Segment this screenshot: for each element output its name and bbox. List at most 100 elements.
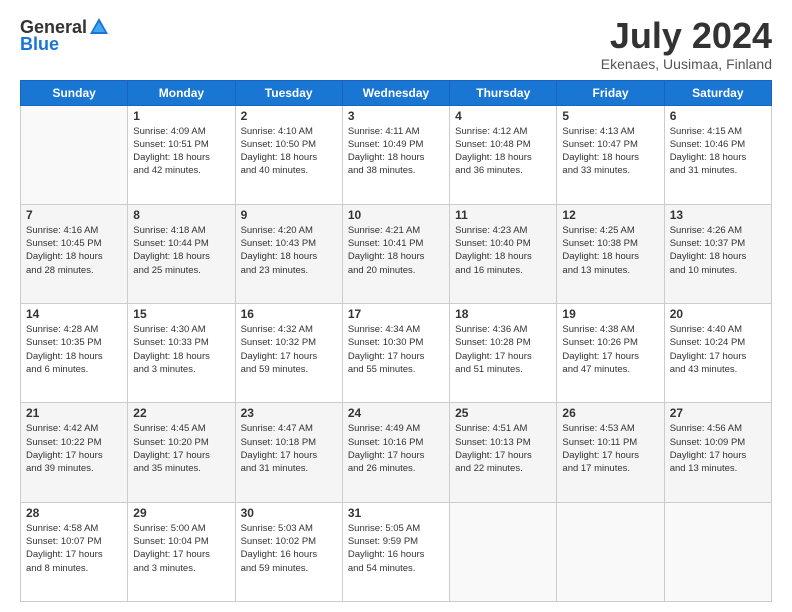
calendar-cell: 5 Sunrise: 4:13 AM Sunset: 10:47 PM Dayli… <box>557 105 664 204</box>
calendar-cell: 8 Sunrise: 4:18 AM Sunset: 10:44 PM Dayli… <box>128 204 235 303</box>
day-number: 12 <box>562 208 658 222</box>
day-info: Sunrise: 4:16 AM Sunset: 10:45 PM Daylig… <box>26 224 122 277</box>
day-number: 20 <box>670 307 766 321</box>
day-info: Sunrise: 5:03 AM Sunset: 10:02 PM Daylig… <box>241 522 337 575</box>
day-number: 25 <box>455 406 551 420</box>
calendar-cell: 13 Sunrise: 4:26 AM Sunset: 10:37 PM Dayl… <box>664 204 771 303</box>
calendar-cell: 7 Sunrise: 4:16 AM Sunset: 10:45 PM Dayli… <box>21 204 128 303</box>
day-number: 26 <box>562 406 658 420</box>
day-info: Sunrise: 4:11 AM Sunset: 10:49 PM Daylig… <box>348 125 444 178</box>
day-number: 2 <box>241 109 337 123</box>
day-info: Sunrise: 4:09 AM Sunset: 10:51 PM Daylig… <box>133 125 229 178</box>
day-number: 14 <box>26 307 122 321</box>
day-info: Sunrise: 4:26 AM Sunset: 10:37 PM Daylig… <box>670 224 766 277</box>
day-number: 30 <box>241 506 337 520</box>
calendar-cell: 15 Sunrise: 4:30 AM Sunset: 10:33 PM Dayl… <box>128 304 235 403</box>
day-info: Sunrise: 4:45 AM Sunset: 10:20 PM Daylig… <box>133 422 229 475</box>
day-number: 21 <box>26 406 122 420</box>
calendar-cell: 17 Sunrise: 4:34 AM Sunset: 10:30 PM Dayl… <box>342 304 449 403</box>
calendar-cell: 22 Sunrise: 4:45 AM Sunset: 10:20 PM Dayl… <box>128 403 235 502</box>
day-info: Sunrise: 4:18 AM Sunset: 10:44 PM Daylig… <box>133 224 229 277</box>
day-info: Sunrise: 4:25 AM Sunset: 10:38 PM Daylig… <box>562 224 658 277</box>
day-info: Sunrise: 4:20 AM Sunset: 10:43 PM Daylig… <box>241 224 337 277</box>
day-number: 4 <box>455 109 551 123</box>
logo-icon <box>88 16 110 38</box>
calendar-cell: 27Sunrise: 4:56 AM Sunset: 10:09 PM Dayl… <box>664 403 771 502</box>
logo: General Blue <box>20 16 111 55</box>
day-info: Sunrise: 4:58 AM Sunset: 10:07 PM Daylig… <box>26 522 122 575</box>
title-block: July 2024 Ekenaes, Uusimaa, Finland <box>601 16 772 72</box>
calendar-cell: 29 Sunrise: 5:00 AM Sunset: 10:04 PM Dayl… <box>128 502 235 601</box>
day-number: 5 <box>562 109 658 123</box>
calendar-header-tuesday: Tuesday <box>235 80 342 105</box>
day-info: Sunrise: 4:47 AM Sunset: 10:18 PM Daylig… <box>241 422 337 475</box>
day-number: 29 <box>133 506 229 520</box>
calendar-header-friday: Friday <box>557 80 664 105</box>
day-number: 11 <box>455 208 551 222</box>
day-info: Sunrise: 4:13 AM Sunset: 10:47 PM Daylig… <box>562 125 658 178</box>
day-info: Sunrise: 4:34 AM Sunset: 10:30 PM Daylig… <box>348 323 444 376</box>
calendar-cell <box>21 105 128 204</box>
day-number: 6 <box>670 109 766 123</box>
calendar-cell <box>664 502 771 601</box>
calendar-cell: 4Sunrise: 4:12 AM Sunset: 10:48 PM Dayli… <box>450 105 557 204</box>
day-number: 18 <box>455 307 551 321</box>
day-number: 15 <box>133 307 229 321</box>
day-number: 28 <box>26 506 122 520</box>
calendar-header-sunday: Sunday <box>21 80 128 105</box>
day-info: Sunrise: 4:32 AM Sunset: 10:32 PM Daylig… <box>241 323 337 376</box>
day-number: 10 <box>348 208 444 222</box>
day-info: Sunrise: 4:23 AM Sunset: 10:40 PM Daylig… <box>455 224 551 277</box>
calendar-cell: 14 Sunrise: 4:28 AM Sunset: 10:35 PM Dayl… <box>21 304 128 403</box>
calendar-table: SundayMondayTuesdayWednesdayThursdayFrid… <box>20 80 772 602</box>
day-info: Sunrise: 4:28 AM Sunset: 10:35 PM Daylig… <box>26 323 122 376</box>
calendar-cell: 23Sunrise: 4:47 AM Sunset: 10:18 PM Dayl… <box>235 403 342 502</box>
calendar-cell <box>557 502 664 601</box>
day-info: Sunrise: 4:36 AM Sunset: 10:28 PM Daylig… <box>455 323 551 376</box>
day-number: 27 <box>670 406 766 420</box>
calendar-cell: 12 Sunrise: 4:25 AM Sunset: 10:38 PM Dayl… <box>557 204 664 303</box>
calendar-header-monday: Monday <box>128 80 235 105</box>
day-number: 8 <box>133 208 229 222</box>
calendar-cell: 6Sunrise: 4:15 AM Sunset: 10:46 PM Dayli… <box>664 105 771 204</box>
day-info: Sunrise: 4:42 AM Sunset: 10:22 PM Daylig… <box>26 422 122 475</box>
day-info: Sunrise: 4:38 AM Sunset: 10:26 PM Daylig… <box>562 323 658 376</box>
calendar-cell <box>450 502 557 601</box>
header: General Blue July 2024 Ekenaes, Uusimaa,… <box>20 16 772 72</box>
calendar-cell: 18 Sunrise: 4:36 AM Sunset: 10:28 PM Dayl… <box>450 304 557 403</box>
logo-blue-text: Blue <box>20 34 59 55</box>
calendar-week-row: 7 Sunrise: 4:16 AM Sunset: 10:45 PM Dayli… <box>21 204 772 303</box>
day-number: 17 <box>348 307 444 321</box>
calendar-cell: 1 Sunrise: 4:09 AM Sunset: 10:51 PM Dayli… <box>128 105 235 204</box>
day-number: 19 <box>562 307 658 321</box>
day-info: Sunrise: 4:21 AM Sunset: 10:41 PM Daylig… <box>348 224 444 277</box>
calendar-cell: 11 Sunrise: 4:23 AM Sunset: 10:40 PM Dayl… <box>450 204 557 303</box>
calendar-cell: 10 Sunrise: 4:21 AM Sunset: 10:41 PM Dayl… <box>342 204 449 303</box>
calendar-header-row: SundayMondayTuesdayWednesdayThursdayFrid… <box>21 80 772 105</box>
day-info: Sunrise: 4:10 AM Sunset: 10:50 PM Daylig… <box>241 125 337 178</box>
day-info: Sunrise: 4:53 AM Sunset: 10:11 PM Daylig… <box>562 422 658 475</box>
calendar-cell: 9 Sunrise: 4:20 AM Sunset: 10:43 PM Dayli… <box>235 204 342 303</box>
calendar-cell: 24Sunrise: 4:49 AM Sunset: 10:16 PM Dayl… <box>342 403 449 502</box>
day-number: 13 <box>670 208 766 222</box>
calendar-week-row: 28 Sunrise: 4:58 AM Sunset: 10:07 PM Dayl… <box>21 502 772 601</box>
day-number: 7 <box>26 208 122 222</box>
day-info: Sunrise: 4:30 AM Sunset: 10:33 PM Daylig… <box>133 323 229 376</box>
calendar-week-row: 21 Sunrise: 4:42 AM Sunset: 10:22 PM Dayl… <box>21 403 772 502</box>
location-title: Ekenaes, Uusimaa, Finland <box>601 56 772 72</box>
calendar-cell: 25 Sunrise: 4:51 AM Sunset: 10:13 PM Dayl… <box>450 403 557 502</box>
calendar-week-row: 14 Sunrise: 4:28 AM Sunset: 10:35 PM Dayl… <box>21 304 772 403</box>
day-number: 1 <box>133 109 229 123</box>
day-number: 22 <box>133 406 229 420</box>
calendar-cell: 2 Sunrise: 4:10 AM Sunset: 10:50 PM Dayli… <box>235 105 342 204</box>
page: General Blue July 2024 Ekenaes, Uusimaa,… <box>0 0 792 612</box>
day-info: Sunrise: 4:40 AM Sunset: 10:24 PM Daylig… <box>670 323 766 376</box>
day-info: Sunrise: 4:51 AM Sunset: 10:13 PM Daylig… <box>455 422 551 475</box>
day-info: Sunrise: 5:05 AM Sunset: 9:59 PM Dayligh… <box>348 522 444 575</box>
calendar-cell: 21 Sunrise: 4:42 AM Sunset: 10:22 PM Dayl… <box>21 403 128 502</box>
calendar-week-row: 1 Sunrise: 4:09 AM Sunset: 10:51 PM Dayli… <box>21 105 772 204</box>
calendar-cell: 3Sunrise: 4:11 AM Sunset: 10:49 PM Dayli… <box>342 105 449 204</box>
day-number: 9 <box>241 208 337 222</box>
day-info: Sunrise: 5:00 AM Sunset: 10:04 PM Daylig… <box>133 522 229 575</box>
calendar-cell: 31Sunrise: 5:05 AM Sunset: 9:59 PM Dayli… <box>342 502 449 601</box>
